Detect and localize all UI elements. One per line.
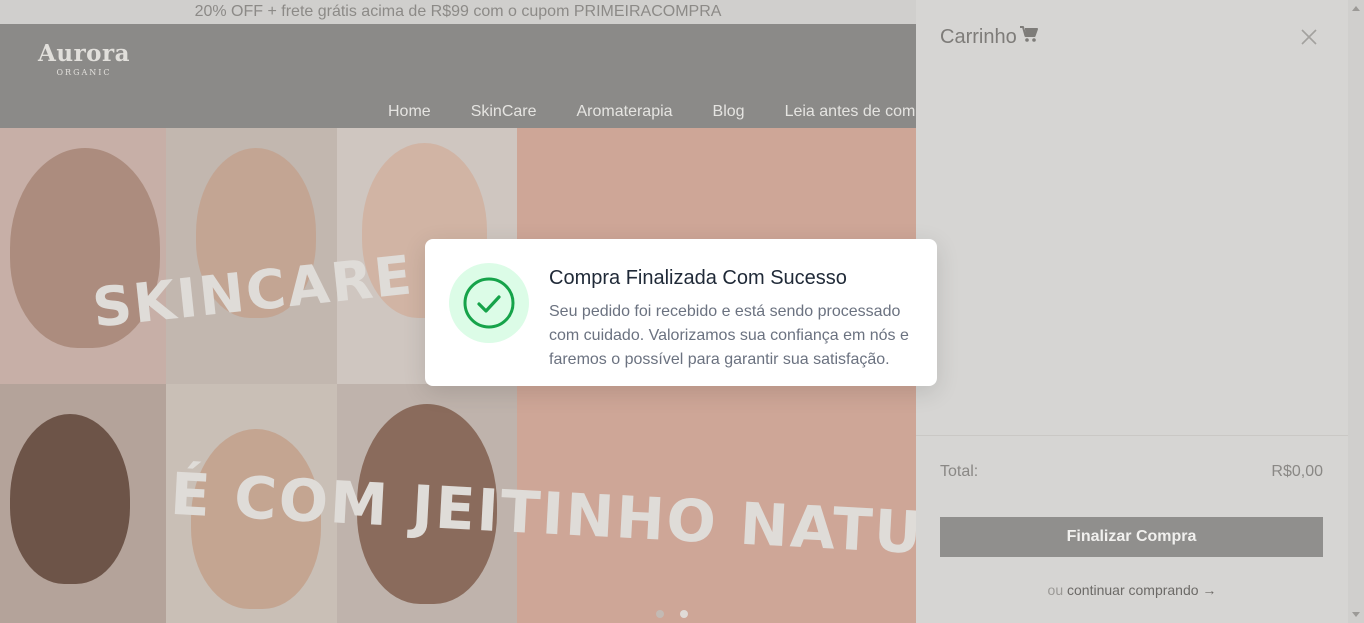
scrollbar[interactable] bbox=[1348, 0, 1364, 623]
cart-drawer: Carrinho Total: R$0,00 Finalizar Compra … bbox=[916, 0, 1348, 623]
cart-total-label: Total: bbox=[940, 463, 979, 480]
cart-divider bbox=[916, 435, 1348, 436]
continue-prefix: ou bbox=[1047, 582, 1064, 598]
check-icon bbox=[463, 277, 515, 329]
success-icon-circle bbox=[449, 263, 529, 343]
cart-icon bbox=[1019, 24, 1039, 50]
scroll-up-arrow-icon[interactable] bbox=[1352, 6, 1360, 11]
cart-title-text: Carrinho bbox=[940, 26, 1017, 48]
checkout-button[interactable]: Finalizar Compra bbox=[940, 517, 1323, 557]
modal-message: Seu pedido foi recebido e está sendo pro… bbox=[549, 303, 909, 368]
success-modal[interactable]: Compra Finalizada Com Sucesso Seu pedido… bbox=[425, 239, 937, 386]
scroll-down-arrow-icon[interactable] bbox=[1352, 612, 1360, 617]
close-icon[interactable] bbox=[1300, 28, 1318, 46]
cart-total-value: R$0,00 bbox=[1271, 463, 1323, 480]
continue-shopping: ou continuar comprando → bbox=[916, 582, 1348, 598]
cart-title: Carrinho bbox=[940, 24, 1039, 50]
continue-shopping-link[interactable]: continuar comprando → bbox=[1067, 582, 1216, 598]
modal-title: Compra Finalizada Com Sucesso bbox=[549, 267, 847, 289]
cart-total-row: Total: R$0,00 bbox=[940, 463, 1323, 481]
